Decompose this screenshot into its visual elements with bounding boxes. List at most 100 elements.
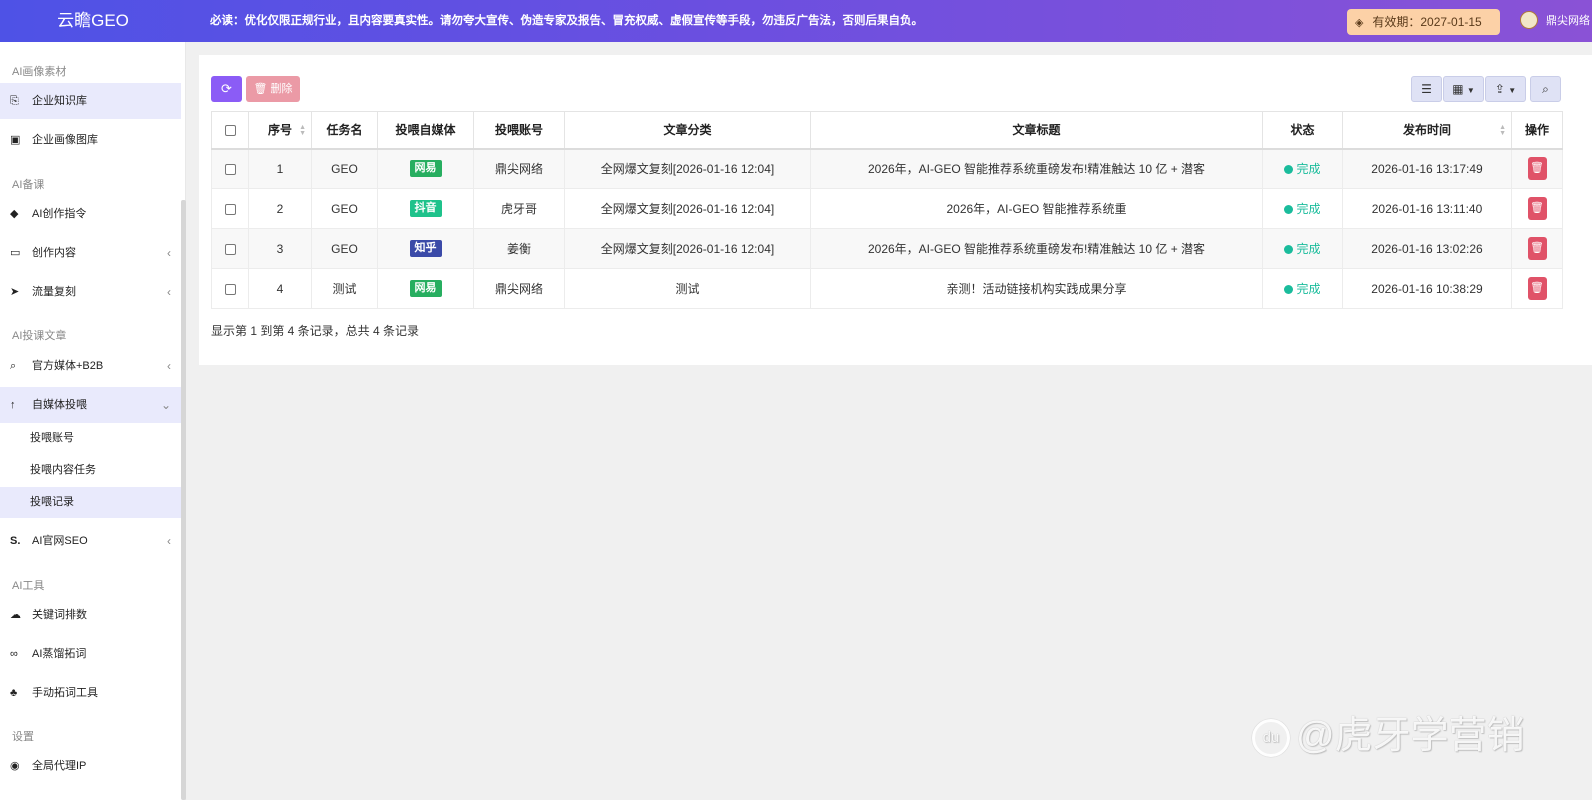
delete-row-button[interactable]: 🗑: [1527, 277, 1547, 300]
select-all-checkbox[interactable]: [224, 125, 236, 137]
caret-down-icon: ▼: [1508, 86, 1517, 95]
cell-task: GEO: [311, 228, 378, 269]
status-dot: [1284, 205, 1294, 214]
cell-account: 虎牙哥: [473, 188, 565, 229]
sidebar-item-traffic[interactable]: ➤ 流量复刻 ‹: [0, 274, 181, 310]
column-header-title: 文章标题: [810, 111, 1263, 150]
chevron-left-icon: ‹: [167, 359, 171, 373]
chevron-left-icon: ‹: [167, 534, 171, 548]
export-button[interactable]: ⇪ ▼: [1485, 76, 1526, 102]
sidebar-item-manual-expand[interactable]: ♣ 手动拓词工具: [0, 675, 181, 711]
table-row[interactable]: 3 GEO 知乎 姜衡 全网爆文复刻[2026-01-16 12:04] 202…: [211, 228, 1563, 269]
sidebar-subitem-tasks[interactable]: 投喂内容任务: [0, 455, 181, 486]
sidebar-subitem-label: 投喂记录: [30, 496, 74, 508]
sidebar-item-content[interactable]: ▭ 创作内容 ‹: [0, 235, 181, 271]
records-table: 序号 ▲ ▼ 任务名 投喂自媒体 投喂账号 文章分类 文章标题 状态 发布时间 ▲ ▼ …: [211, 111, 1563, 309]
status-text: 完成: [1296, 242, 1321, 256]
trash-icon: 🗑: [1530, 282, 1544, 294]
list-view-button[interactable]: ☰: [1411, 76, 1442, 102]
brand-logo[interactable]: 云瞻GEO: [0, 0, 186, 42]
media-tag: 网易: [409, 160, 442, 178]
trash-icon: 🗑: [1530, 202, 1544, 214]
media-tag: 知乎: [409, 240, 442, 257]
row-checkbox[interactable]: [224, 283, 236, 295]
cell-status: 完成: [1262, 148, 1343, 189]
watermark: du @虎牙学营销: [1252, 704, 1525, 759]
cell-status: 完成: [1262, 228, 1343, 269]
sidebar-item-knowledge-base[interactable]: ⎘ 企业知识库: [0, 83, 181, 119]
pagination-info: 显示第 1 到第 4 条记录，总共 4 条记录: [211, 324, 420, 338]
sidebar-item-label: AI创作指令: [32, 208, 87, 220]
search-button[interactable]: ⌕: [1530, 76, 1561, 102]
columns-button[interactable]: ▦ ▼: [1443, 76, 1484, 102]
folder-icon: ▭: [10, 247, 21, 259]
sidebar-item-self-media[interactable]: ↑ 自媒体投喂 ⌄: [0, 387, 181, 423]
sidebar-item-instructions[interactable]: ◆ AI创作指令: [0, 196, 181, 232]
status-dot: [1284, 285, 1294, 294]
sidebar-item-ai-expand[interactable]: ∞ AI蒸馏拓词: [0, 636, 181, 672]
column-header-account: 投喂账号: [473, 111, 565, 150]
sidebar-item-seo[interactable]: S. AI官网SEO ‹: [0, 523, 181, 559]
sidebar-subitem-label: 投喂账号: [30, 432, 74, 444]
column-header-label: 序号: [267, 123, 292, 138]
user-name: 鼎尖网络: [1546, 15, 1590, 27]
sort-icon: ▲ ▼: [299, 124, 306, 137]
delete-row-button[interactable]: 🗑: [1527, 157, 1547, 181]
cell-time: 2026-01-16 13:17:49: [1342, 148, 1512, 189]
arrow-up-icon: ↑: [10, 399, 16, 411]
column-header-label: 发布时间: [1402, 123, 1451, 138]
checkbox-cell: [211, 228, 249, 269]
delete-button[interactable]: 🗑 删除: [246, 76, 300, 102]
checkbox-cell: [211, 268, 249, 309]
cell-task: 测试: [311, 268, 378, 309]
sort-icon: ▲ ▼: [1499, 124, 1506, 137]
refresh-icon: ⟳: [221, 81, 232, 96]
delete-row-button[interactable]: 🗑: [1527, 197, 1547, 220]
sidebar-item-keyword-rank[interactable]: ☁ 关键词排数: [0, 597, 181, 633]
cell-time: 2026-01-16 10:38:29: [1342, 268, 1512, 309]
user-menu[interactable]: 鼎尖网络: [1520, 0, 1590, 42]
column-header-label: 操作: [1524, 123, 1549, 138]
row-checkbox[interactable]: [224, 243, 236, 255]
status-text: 完成: [1296, 282, 1321, 296]
row-checkbox[interactable]: [224, 164, 236, 176]
cell-account: 鼎尖网络: [473, 268, 565, 309]
cell-id: 2: [248, 188, 312, 229]
globe-icon: ◉: [10, 760, 20, 772]
sidebar-item-image-gallery[interactable]: ▣ 企业画像图库: [0, 122, 181, 158]
column-header-time[interactable]: 发布时间 ▲ ▼: [1342, 111, 1512, 150]
column-header-task: 任务名: [311, 111, 378, 150]
cell-media: 抖音: [377, 188, 474, 229]
table-row[interactable]: 1 GEO 网易 鼎尖网络 全网爆文复刻[2026-01-16 12:04] 2…: [211, 148, 1563, 189]
status-text: 完成: [1296, 162, 1321, 177]
row-checkbox[interactable]: [224, 203, 236, 215]
sidebar-item-label: 创作内容: [32, 247, 76, 259]
chevron-left-icon: ‹: [167, 246, 171, 260]
expiry-text: 有效期：2027-01-15: [1372, 15, 1482, 29]
section-label: AI投课文章: [12, 330, 67, 342]
sidebar-subitem-records[interactable]: 投喂记录: [0, 487, 181, 518]
column-header-id[interactable]: 序号 ▲ ▼: [248, 111, 312, 150]
sidebar-scrollbar[interactable]: [181, 200, 186, 800]
column-header-label: 任务名: [326, 123, 363, 138]
cell-title: 亲测！活动链接机构实践成果分享: [810, 268, 1263, 309]
table-row[interactable]: 4 测试 网易 鼎尖网络 测试 亲测！活动链接机构实践成果分享 完成 2026-…: [211, 268, 1563, 309]
caret-down-icon: ▼: [1466, 86, 1475, 95]
table-row[interactable]: 2 GEO 抖音 虎牙哥 全网爆文复刻[2026-01-16 12:04] 20…: [211, 188, 1563, 229]
column-header-actions: 操作: [1511, 111, 1563, 150]
cell-id: 3: [248, 228, 312, 269]
cell-media: 网易: [377, 268, 474, 309]
sidebar-subitem-accounts[interactable]: 投喂账号: [0, 423, 181, 454]
section-label: AI画像素材: [12, 66, 67, 78]
grid-icon: ▦: [1452, 82, 1464, 96]
delete-row-button[interactable]: 🗑: [1527, 237, 1547, 260]
tag-icon: ◆: [10, 208, 19, 220]
chevron-left-icon: ‹: [167, 285, 171, 299]
refresh-button[interactable]: ⟳: [211, 76, 242, 102]
avatar: [1520, 11, 1538, 30]
column-header-label: 投喂自媒体: [395, 123, 456, 138]
trash-icon: 🗑: [1530, 162, 1544, 175]
sidebar-item-official-media[interactable]: ⌕ 官方媒体+B2B ‹: [0, 348, 181, 384]
status-dot: [1284, 245, 1294, 254]
sidebar-item-proxy-ip[interactable]: ◉ 全局代理IP: [0, 748, 181, 784]
